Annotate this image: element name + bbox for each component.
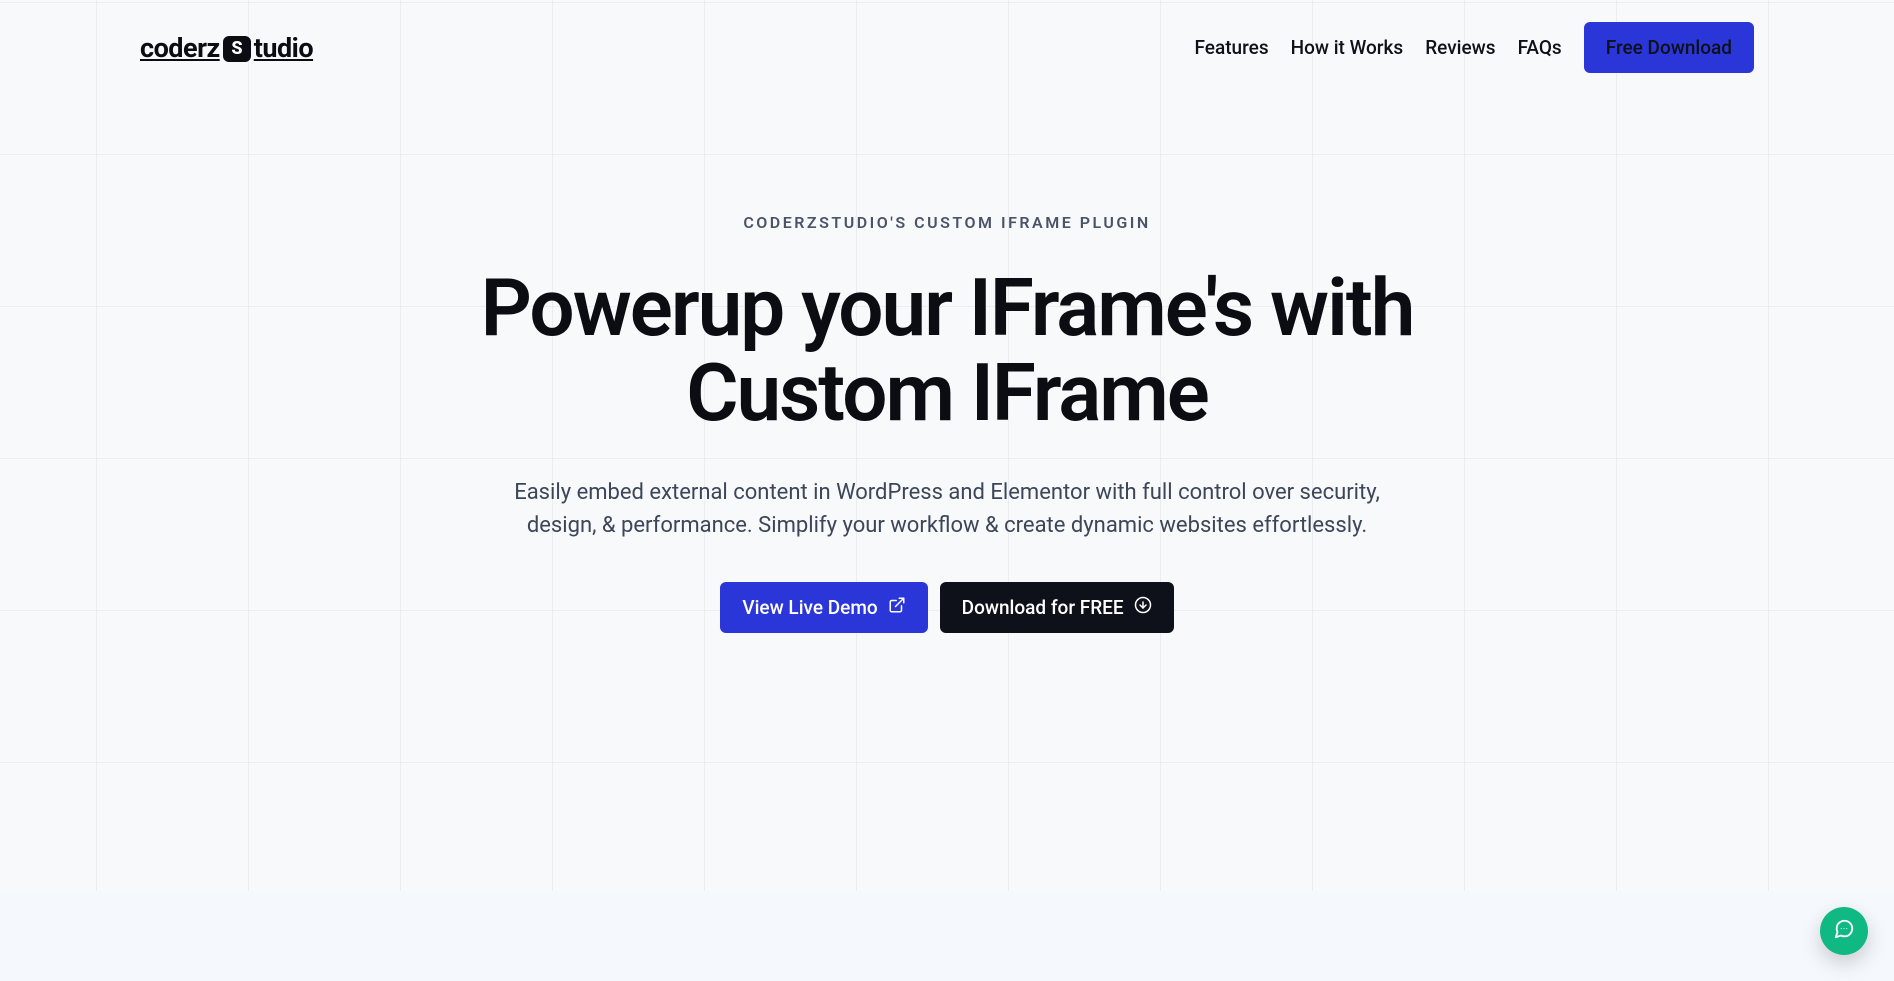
download-circle-icon bbox=[1134, 596, 1152, 619]
bottom-band bbox=[0, 891, 1894, 981]
hero-section: CODERZSTUDIO'S CUSTOM IFRAME PLUGIN Powe… bbox=[327, 73, 1567, 633]
nav-label: Reviews bbox=[1425, 36, 1495, 59]
nav-label: Features bbox=[1195, 36, 1269, 59]
button-label: Download for FREE bbox=[962, 596, 1124, 619]
hero-eyebrow: CODERZSTUDIO'S CUSTOM IFRAME PLUGIN bbox=[347, 213, 1547, 232]
brand-badge: S bbox=[223, 36, 251, 62]
primary-nav: Features How it Works Reviews FAQs Free … bbox=[1195, 22, 1754, 73]
nav-link-faqs[interactable]: FAQs bbox=[1518, 36, 1562, 59]
view-live-demo-button[interactable]: View Live Demo bbox=[720, 582, 927, 633]
free-download-button[interactable]: Free Download bbox=[1584, 22, 1754, 73]
button-label: View Live Demo bbox=[742, 596, 877, 619]
nav-link-reviews[interactable]: Reviews bbox=[1425, 36, 1495, 59]
external-link-icon bbox=[888, 596, 906, 619]
nav-link-features[interactable]: Features bbox=[1195, 36, 1269, 59]
site-header: coderz S tudio Features How it Works Rev… bbox=[0, 0, 1894, 73]
brand-name-part-b: tudio bbox=[254, 32, 313, 64]
nav-link-how-it-works[interactable]: How it Works bbox=[1291, 36, 1404, 59]
nav-label: How it Works bbox=[1291, 36, 1404, 59]
hero-subtitle: Easily embed external content in WordPre… bbox=[487, 476, 1407, 542]
chat-widget-button[interactable] bbox=[1820, 907, 1868, 955]
download-for-free-button[interactable]: Download for FREE bbox=[940, 582, 1174, 633]
hero-title: Powerup your IFrame's with Custom IFrame bbox=[347, 266, 1547, 436]
button-label: Free Download bbox=[1606, 36, 1732, 59]
hero-cta-row: View Live Demo Download for FREE bbox=[347, 582, 1547, 633]
brand-name-part-a: coderz bbox=[140, 32, 220, 64]
chat-icon bbox=[1833, 918, 1855, 944]
nav-label: FAQs bbox=[1518, 36, 1562, 59]
brand-logo[interactable]: coderz S tudio bbox=[140, 32, 313, 64]
